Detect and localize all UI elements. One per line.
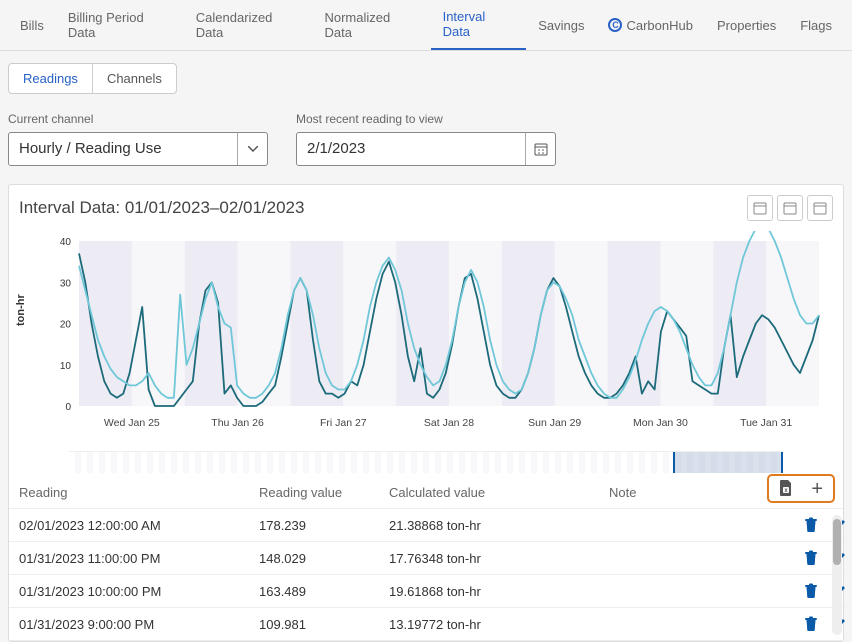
sub-tabs-row: Readings Channels bbox=[0, 51, 852, 94]
cell-reading: 01/31/2023 11:00:00 PM bbox=[19, 551, 219, 566]
col-calculated-value: Calculated value bbox=[389, 485, 609, 500]
tab-carbonhub[interactable]: C CarbonHub bbox=[596, 0, 705, 50]
tab-bills[interactable]: Bills bbox=[8, 0, 56, 50]
file-export-icon: x bbox=[779, 480, 793, 497]
svg-text:10: 10 bbox=[60, 361, 72, 372]
tab-flags[interactable]: Flags bbox=[788, 0, 844, 50]
delete-row-button[interactable] bbox=[804, 550, 818, 566]
cell-value: 178.239 bbox=[219, 518, 389, 533]
cell-reading: 01/31/2023 9:00:00 PM bbox=[19, 617, 219, 632]
svg-text:Mon Jan 30: Mon Jan 30 bbox=[633, 417, 688, 429]
card-header: Interval Data: 01/01/2023–02/01/2023 bbox=[9, 189, 843, 231]
chart-context-bar[interactable] bbox=[69, 451, 783, 473]
table-scrollbar[interactable] bbox=[832, 515, 842, 635]
cell-calc: 17.76348 ton-hr bbox=[389, 551, 609, 566]
svg-text:Thu Jan 26: Thu Jan 26 bbox=[211, 417, 264, 429]
tab-interval-data[interactable]: Interval Data bbox=[431, 0, 527, 50]
tab-normalized-data[interactable]: Normalized Data bbox=[312, 0, 430, 50]
context-handle[interactable] bbox=[673, 452, 783, 473]
tab-carbonhub-label: CarbonHub bbox=[626, 18, 693, 33]
date-picker-button[interactable] bbox=[525, 133, 555, 165]
calendar-icon bbox=[753, 201, 767, 215]
date-group: Most recent reading to view 2/1/2023 bbox=[296, 112, 556, 166]
channel-group: Current channel Hourly / Reading Use bbox=[8, 112, 268, 166]
svg-text:Fri Jan 27: Fri Jan 27 bbox=[320, 417, 367, 429]
date-input[interactable]: 2/1/2023 bbox=[296, 132, 556, 166]
col-note: Note bbox=[609, 485, 759, 500]
add-reading-button[interactable]: + bbox=[811, 480, 823, 497]
controls-row: Current channel Hourly / Reading Use Mos… bbox=[0, 94, 852, 180]
cell-calc: 21.38868 ton-hr bbox=[389, 518, 609, 533]
trash-icon bbox=[804, 550, 818, 566]
calendar-icon bbox=[813, 201, 827, 215]
date-input-value: 2/1/2023 bbox=[297, 133, 525, 165]
readings-table: Reading Reading value Calculated value N… bbox=[9, 477, 843, 641]
svg-text:Wed Jan 25: Wed Jan 25 bbox=[104, 417, 160, 429]
main-tabs: Bills Billing Period Data Calendarized D… bbox=[0, 0, 852, 51]
svg-text:Sun Jan 29: Sun Jan 29 bbox=[528, 417, 581, 429]
channel-select-button[interactable] bbox=[237, 133, 267, 165]
sub-tabs: Readings Channels bbox=[8, 63, 177, 94]
calendar-button-1[interactable] bbox=[747, 195, 773, 221]
cell-value: 109.981 bbox=[219, 617, 389, 632]
tab-calendarized-data[interactable]: Calendarized Data bbox=[184, 0, 313, 50]
table-header: Reading Reading value Calculated value N… bbox=[9, 477, 843, 509]
tab-properties[interactable]: Properties bbox=[705, 0, 788, 50]
date-label: Most recent reading to view bbox=[296, 112, 556, 126]
card-title: Interval Data: 01/01/2023–02/01/2023 bbox=[19, 198, 304, 218]
channel-label: Current channel bbox=[8, 112, 268, 126]
channel-select-value: Hourly / Reading Use bbox=[9, 133, 237, 165]
subtab-readings[interactable]: Readings bbox=[9, 64, 92, 93]
tab-savings[interactable]: Savings bbox=[526, 0, 596, 50]
calendar-icon bbox=[783, 201, 797, 215]
trash-icon bbox=[804, 583, 818, 599]
cell-value: 148.029 bbox=[219, 551, 389, 566]
scrollbar-thumb[interactable] bbox=[833, 519, 841, 565]
chart-area: ton-hr 0 10 20 30 40 Wed Jan 25 Thu Jan 26 Fri… bbox=[9, 231, 843, 451]
col-reading: Reading bbox=[19, 485, 219, 500]
trash-icon bbox=[804, 517, 818, 533]
export-button[interactable]: x bbox=[779, 480, 793, 497]
table-actions: x + bbox=[767, 474, 835, 503]
table-row: 01/31/2023 10:00:00 PM163.48919.61868 to… bbox=[9, 575, 843, 608]
calendar-buttons bbox=[747, 195, 833, 221]
col-reading-value: Reading value bbox=[219, 485, 389, 500]
calendar-button-2[interactable] bbox=[777, 195, 803, 221]
svg-text:40: 40 bbox=[60, 237, 72, 248]
delete-row-button[interactable] bbox=[804, 583, 818, 599]
y-axis-label: ton-hr bbox=[15, 294, 27, 326]
carbonhub-icon: C bbox=[608, 18, 622, 32]
interval-data-card: Interval Data: 01/01/2023–02/01/2023 ton… bbox=[8, 184, 844, 642]
svg-text:30: 30 bbox=[60, 278, 72, 289]
delete-row-button[interactable] bbox=[804, 616, 818, 632]
tab-billing-period-data[interactable]: Billing Period Data bbox=[56, 0, 184, 50]
svg-text:Sat Jan 28: Sat Jan 28 bbox=[424, 417, 474, 429]
svg-text:20: 20 bbox=[60, 320, 72, 331]
table-row: 01/31/2023 11:00:00 PM148.02917.76348 to… bbox=[9, 542, 843, 575]
table-row: 02/01/2023 12:00:00 AM178.23921.38868 to… bbox=[9, 509, 843, 542]
calendar-button-3[interactable] bbox=[807, 195, 833, 221]
table-row: 01/31/2023 9:00:00 PM109.98113.19772 ton… bbox=[9, 608, 843, 641]
cell-calc: 13.19772 ton-hr bbox=[389, 617, 609, 632]
interval-chart: 0 10 20 30 40 Wed Jan 25 Thu Jan 26 Fri Jan 27… bbox=[19, 231, 829, 441]
svg-text:Tue Jan 31: Tue Jan 31 bbox=[740, 417, 792, 429]
cell-value: 163.489 bbox=[219, 584, 389, 599]
svg-text:0: 0 bbox=[65, 402, 71, 413]
subtab-channels[interactable]: Channels bbox=[92, 64, 176, 93]
cell-calc: 19.61868 ton-hr bbox=[389, 584, 609, 599]
delete-row-button[interactable] bbox=[804, 517, 818, 533]
cell-reading: 02/01/2023 12:00:00 AM bbox=[19, 518, 219, 533]
trash-icon bbox=[804, 616, 818, 632]
calendar-icon bbox=[534, 142, 548, 156]
cell-reading: 01/31/2023 10:00:00 PM bbox=[19, 584, 219, 599]
channel-select[interactable]: Hourly / Reading Use bbox=[8, 132, 268, 166]
chevron-down-icon bbox=[248, 146, 258, 152]
